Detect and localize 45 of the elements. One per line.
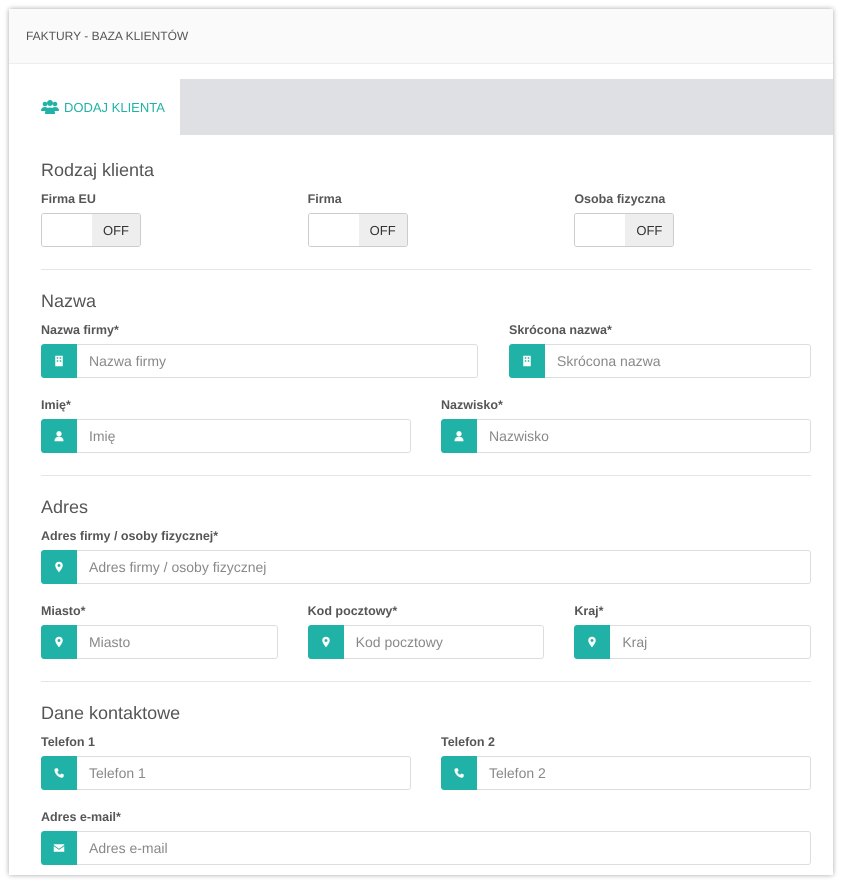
phone-icon: [53, 767, 65, 779]
field-label: Skrócona nazwa*: [509, 323, 613, 337]
input-field[interactable]: Adres e-mail: [77, 831, 811, 865]
field-label: Adres e-mail*: [41, 810, 122, 824]
input-field[interactable]: Kod pocztowy: [344, 625, 544, 659]
input-field[interactable]: Telefon 1: [77, 756, 411, 790]
field-label: Telefon 2: [441, 735, 496, 749]
input-field[interactable]: Nazwa firmy: [77, 344, 478, 378]
input-field[interactable]: Imię: [77, 419, 411, 453]
field-label: Imię*: [41, 398, 72, 412]
toggle-switch[interactable]: OFF: [308, 213, 408, 247]
user-icon: [453, 430, 465, 442]
page-title: FAKTURY - BAZA KLIENTÓW: [26, 29, 188, 43]
field-label: Miasto*: [41, 604, 86, 618]
field-label: Adres firmy / osoby fizycznej*: [41, 529, 220, 543]
section-title: Adres: [41, 496, 90, 518]
input-field[interactable]: Nazwisko: [477, 419, 811, 453]
envelope-icon: [53, 842, 65, 854]
input-field[interactable]: Adres firmy / osoby fizycznej: [77, 550, 811, 584]
users-icon: [41, 99, 59, 115]
section-title: Rodzaj klienta: [41, 159, 156, 181]
toggle-switch[interactable]: OFF: [574, 213, 674, 247]
building-icon: [521, 355, 533, 367]
building-icon: [53, 355, 65, 367]
field-label: Kod pocztowy*: [308, 604, 398, 618]
toggle-switch[interactable]: OFF: [41, 213, 141, 247]
map-pin-icon: [53, 636, 65, 648]
input-field[interactable]: Kraj: [610, 625, 811, 659]
section-title: Nazwa: [41, 290, 98, 312]
input-field[interactable]: Telefon 2: [477, 756, 811, 790]
field-label: Telefon 1: [41, 735, 96, 749]
map-pin-icon: [586, 636, 598, 648]
user-icon: [53, 430, 65, 442]
map-pin-icon: [53, 561, 65, 573]
section-title: Dane kontaktowe: [41, 702, 182, 724]
input-field[interactable]: Miasto: [77, 625, 278, 659]
field-label: Firma EU: [41, 192, 97, 206]
phone-icon: [453, 767, 465, 779]
field-label: Osoba fizyczna: [574, 192, 666, 206]
field-label: Kraj*: [574, 604, 605, 618]
field-label: Nazwa firmy*: [41, 323, 120, 337]
field-label: Nazwisko*: [441, 398, 504, 412]
field-label: Firma: [308, 192, 343, 206]
map-pin-icon: [320, 636, 332, 648]
input-field[interactable]: Skrócona nazwa: [545, 344, 811, 378]
